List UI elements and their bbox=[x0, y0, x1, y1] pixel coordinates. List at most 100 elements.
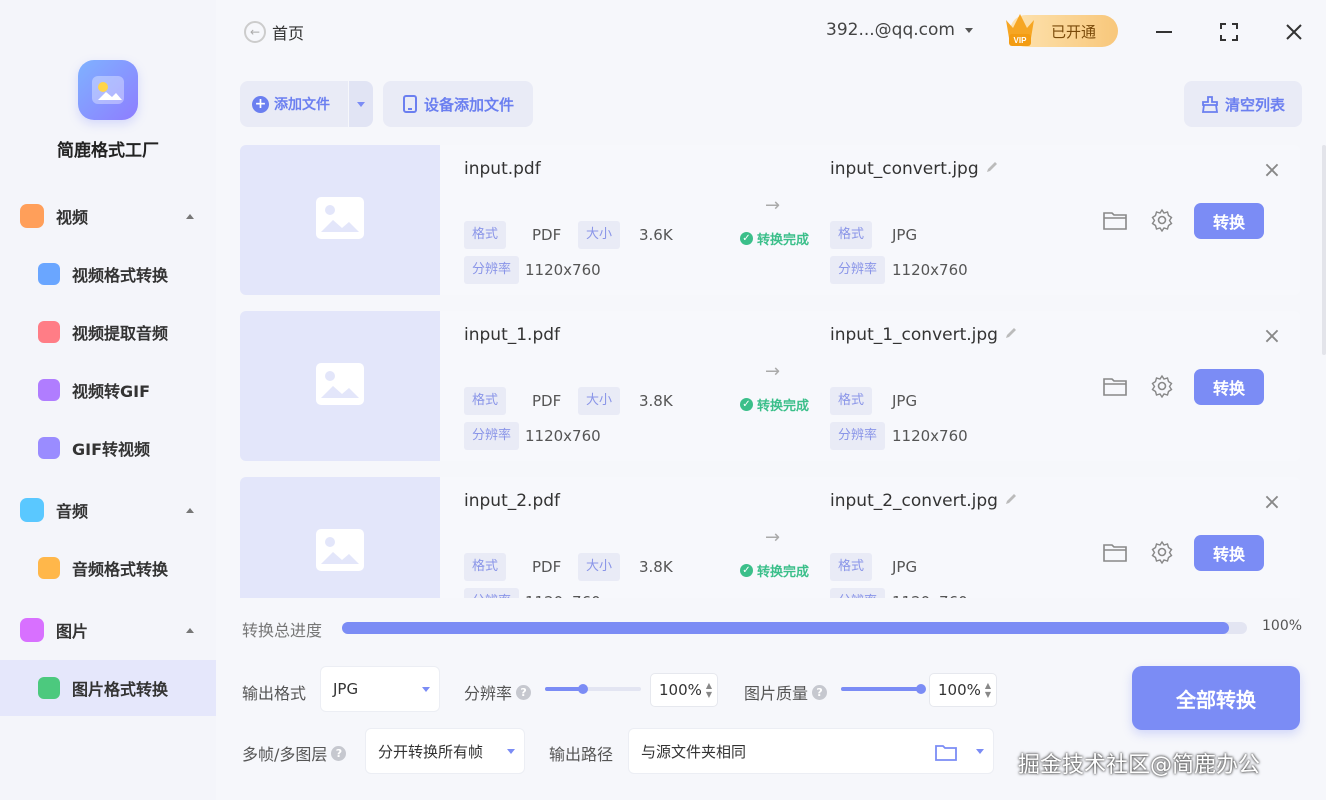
sidebar-item[interactable]: GIF转视频 bbox=[0, 420, 216, 476]
home-back-button[interactable]: ← 首页 bbox=[244, 20, 304, 44]
help-icon[interactable]: ? bbox=[331, 745, 347, 761]
back-label: 首页 bbox=[272, 24, 305, 43]
chevron-down-icon bbox=[498, 729, 524, 773]
resolution-slider[interactable] bbox=[545, 684, 641, 694]
broom-icon bbox=[1201, 96, 1219, 113]
status-badge: ✓ 转换完成 bbox=[740, 561, 809, 580]
sidebar-item[interactable]: 视频转GIF bbox=[0, 362, 216, 418]
chevron-down-icon bbox=[967, 729, 993, 773]
minimize-icon[interactable] bbox=[1152, 20, 1176, 44]
sidebar: 简鹿格式工厂 视频 视频格式转换 视频提取音频 视频转GIF GIF转视频 音频 音频格式转… bbox=[0, 0, 216, 800]
folder-icon[interactable] bbox=[935, 743, 957, 761]
sidebar-group-0[interactable]: 视频 bbox=[0, 196, 216, 236]
chevron-up-icon bbox=[186, 213, 194, 219]
output-file-name[interactable]: input_2_convert.jpg bbox=[830, 491, 1018, 511]
output-file-name[interactable]: input_1_convert.jpg bbox=[830, 325, 1018, 345]
resolution-value: 100% bbox=[659, 681, 702, 699]
add-file-label: 添加文件 bbox=[274, 97, 330, 113]
file-size: 3.8K bbox=[639, 558, 673, 576]
status-text: 转换完成 bbox=[757, 399, 810, 414]
stepper-arrows-icon[interactable]: ▲ ▼ bbox=[985, 681, 991, 699]
sidebar-item-label: GIF转视频 bbox=[72, 440, 151, 459]
sidebar-item[interactable]: 视频格式转换 bbox=[0, 246, 216, 302]
resolution-slider-knob[interactable] bbox=[578, 684, 589, 694]
file-resolution: 1120x760 bbox=[525, 588, 601, 598]
stepper-arrows-icon[interactable]: ▲ ▼ bbox=[706, 681, 712, 699]
edit-pencil-icon[interactable] bbox=[1004, 491, 1018, 511]
sidebar-item[interactable]: 音频格式转换 bbox=[0, 540, 216, 596]
edit-pencil-icon[interactable] bbox=[1004, 325, 1018, 345]
format-tag: 格式 bbox=[830, 387, 873, 415]
total-progress-bar bbox=[342, 622, 1247, 634]
open-folder-icon[interactable] bbox=[1102, 207, 1128, 233]
size-tag: 大小 bbox=[578, 387, 621, 415]
resolution-tag: 分辨率 bbox=[464, 256, 520, 284]
sidebar-item[interactable]: 视频提取音频 bbox=[0, 304, 216, 360]
multiframe-select[interactable]: 分开转换所有帧 bbox=[365, 728, 525, 774]
edit-pencil-icon[interactable] bbox=[985, 159, 999, 179]
format-tag: 格式 bbox=[464, 221, 507, 249]
resolution-tag: 分辨率 bbox=[830, 256, 886, 284]
file-thumbnail bbox=[240, 311, 440, 461]
add-file-button[interactable]: + 添加文件 bbox=[240, 81, 348, 127]
output-path-label: 输出路径 bbox=[549, 741, 613, 765]
quality-stepper[interactable]: 100% ▲ ▼ bbox=[929, 673, 997, 707]
maximize-icon[interactable] bbox=[1217, 20, 1241, 44]
help-icon[interactable]: ? bbox=[812, 684, 828, 700]
close-window-icon[interactable] bbox=[1282, 20, 1306, 44]
file-list-scrollbar[interactable] bbox=[1322, 145, 1326, 355]
sidebar-group-1[interactable]: 音频 bbox=[0, 490, 216, 530]
remove-file-close-icon[interactable]: × bbox=[1262, 326, 1282, 348]
multiframe-value: 分开转换所有帧 bbox=[378, 742, 484, 761]
settings-gear-icon[interactable] bbox=[1149, 373, 1175, 399]
remove-file-close-icon[interactable]: × bbox=[1262, 492, 1282, 514]
help-icon[interactable]: ? bbox=[516, 684, 532, 700]
output-format-value: JPG bbox=[333, 680, 359, 698]
settings-gear-icon[interactable] bbox=[1149, 539, 1175, 565]
convert-button[interactable]: 转换 bbox=[1194, 203, 1264, 239]
tool-icon bbox=[38, 557, 60, 579]
format-tag: 格式 bbox=[830, 553, 873, 581]
file-format: PDF bbox=[532, 392, 562, 410]
format-tag: 格式 bbox=[464, 387, 507, 415]
chevron-down-icon bbox=[357, 101, 365, 107]
output-name-text: input_2_convert.jpg bbox=[830, 491, 998, 511]
sidebar-group-2[interactable]: 图片 bbox=[0, 610, 216, 650]
sidebar-item[interactable]: 图片格式转换 bbox=[0, 660, 216, 716]
phone-icon bbox=[402, 95, 417, 113]
output-format-select[interactable]: JPG bbox=[320, 666, 440, 712]
open-folder-icon[interactable] bbox=[1102, 539, 1128, 565]
image-placeholder-icon bbox=[315, 196, 365, 244]
convert-all-button[interactable]: 全部转换 bbox=[1132, 666, 1300, 730]
quality-slider[interactable] bbox=[841, 684, 926, 694]
convert-button[interactable]: 转换 bbox=[1194, 535, 1264, 571]
account-menu[interactable]: 392...@qq.com bbox=[826, 20, 973, 40]
resolution-tag: 分辨率 bbox=[464, 422, 520, 450]
settings-gear-icon[interactable] bbox=[1149, 207, 1175, 233]
convert-button[interactable]: 转换 bbox=[1194, 369, 1264, 405]
resolution-label: 分辨率 ? bbox=[464, 680, 532, 704]
category-icon bbox=[20, 618, 44, 642]
quality-label-text: 图片质量 bbox=[744, 684, 809, 703]
output-path-select[interactable]: 与源文件夹相同 bbox=[628, 728, 994, 774]
check-icon: ✓ bbox=[740, 398, 753, 411]
quality-slider-knob[interactable] bbox=[915, 684, 926, 694]
open-folder-icon[interactable] bbox=[1102, 373, 1128, 399]
output-path-value: 与源文件夹相同 bbox=[641, 742, 747, 761]
device-add-file-button[interactable]: 设备添加文件 bbox=[383, 81, 533, 127]
sidebar-item-label: 视频格式转换 bbox=[72, 266, 169, 285]
quality-label: 图片质量 ? bbox=[744, 680, 828, 704]
output-file-name[interactable]: input_convert.jpg bbox=[830, 159, 999, 179]
resolution-stepper[interactable]: 100% ▲ ▼ bbox=[650, 673, 718, 707]
clear-list-button[interactable]: 清空列表 bbox=[1184, 81, 1302, 127]
output-format: JPG bbox=[892, 558, 918, 576]
status-text: 转换完成 bbox=[757, 233, 810, 248]
add-file-dropdown-button[interactable] bbox=[349, 81, 373, 127]
file-resolution: 1120x760 bbox=[525, 427, 601, 445]
resolution-tag: 分辨率 bbox=[830, 422, 886, 450]
tool-icon bbox=[38, 379, 60, 401]
remove-file-close-icon[interactable]: × bbox=[1262, 160, 1282, 182]
watermark: 掘金技术社区@简鹿办公 bbox=[1018, 753, 1261, 778]
clear-list-label: 清空列表 bbox=[1224, 95, 1285, 114]
file-resolution: 1120x760 bbox=[525, 261, 601, 279]
